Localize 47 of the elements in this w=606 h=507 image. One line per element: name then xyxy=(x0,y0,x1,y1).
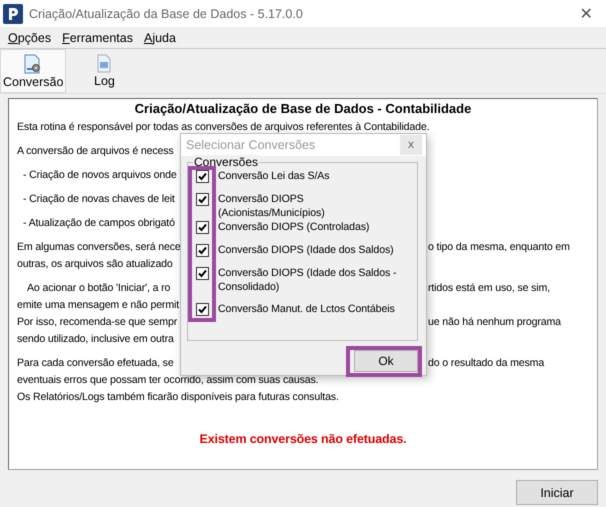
menu-item[interactable]: Ferramentas xyxy=(58,30,137,44)
description-text: eventuais erros que possam ter ocorrido, assim com suas causas. xyxy=(17,373,318,388)
checkbox[interactable] xyxy=(196,221,209,234)
description-text: Em algumas conversões, será nece xyxy=(17,240,181,255)
checkbox[interactable] xyxy=(196,170,209,183)
group-label: Conversões xyxy=(193,155,260,169)
description-text: outras, os arquivos são atualizado xyxy=(17,257,173,272)
checkbox-label: Conversão DIOPS (Controladas) xyxy=(218,220,370,234)
description-text: o tipo da mesma, enquanto em xyxy=(428,240,571,255)
toolbar-button[interactable]: Log xyxy=(76,49,132,93)
description-text: - Atualização de campos obrigató xyxy=(22,216,175,231)
description-text: sendo utilizado, inclusive em outra xyxy=(17,332,174,347)
description-text: ue não há nenhum programa xyxy=(428,315,562,330)
toolbar-button[interactable]: Conversão xyxy=(0,49,66,93)
description-text: Ao acionar o botão 'Iniciar', a ro xyxy=(26,281,170,296)
menu-item[interactable]: Ajuda xyxy=(140,30,180,44)
description-text: Esta rotina é responsável por todas as conversões de arquivos referentes à Contabilidade. xyxy=(17,120,430,135)
checkbox-label: Conversão Manut. de Lctos Contábeis xyxy=(218,302,396,316)
description-text: - Criação de novos arquivos onde xyxy=(22,168,177,183)
document-icon xyxy=(97,54,112,73)
close-button[interactable]: ✕ xyxy=(574,4,598,24)
window-title: Criação/Atualização da Base de Dados - 5.17.0.0 xyxy=(29,6,304,20)
ok-button[interactable]: Ok xyxy=(354,350,418,372)
document-gear-icon xyxy=(24,54,42,74)
checkbox[interactable] xyxy=(196,303,209,316)
dialog-title: Selecionar Conversões xyxy=(186,138,316,152)
description-text: Por isso, recomenda-se que sempr xyxy=(17,315,178,330)
description-text: rtidos está em uso, se sim, xyxy=(428,281,551,296)
checkbox-label: Conversão DIOPS (Acionistas/Municípios) xyxy=(218,192,326,220)
description-text: Os Relatórios/Logs também ficarão disponíveis para futuras consultas. xyxy=(17,390,339,405)
panel-heading: Criação/Atualização de Base de Dados - Contabilidade xyxy=(134,100,472,117)
app-logo-icon xyxy=(3,4,23,24)
menu-item[interactable]: Opções xyxy=(4,30,56,44)
checkbox-label: Conversão DIOPS (Idade dos Saldos) xyxy=(218,243,395,257)
description-text: Para cada conversão efetuada, se xyxy=(17,356,174,371)
description-text: emite uma mensagem e não permit xyxy=(17,298,179,313)
checkbox[interactable] xyxy=(196,193,209,206)
checkbox-label: Conversão Lei das S/As xyxy=(218,169,330,183)
checkbox-label: Conversão DIOPS (Idade dos Saldos - Consolidado) xyxy=(218,266,398,294)
checkbox[interactable] xyxy=(196,244,209,257)
checkbox[interactable] xyxy=(196,267,209,280)
description-text: do o resultado da mesma xyxy=(428,356,546,371)
description-text: - Criação de novas chaves de leit xyxy=(22,192,175,207)
description-text: A conversão de arquivos é necess xyxy=(17,144,174,159)
warning-text: Existem conversões não efetuadas. xyxy=(200,432,406,446)
start-button[interactable]: Iniciar xyxy=(516,480,598,505)
close-button[interactable]: x xyxy=(400,135,422,155)
